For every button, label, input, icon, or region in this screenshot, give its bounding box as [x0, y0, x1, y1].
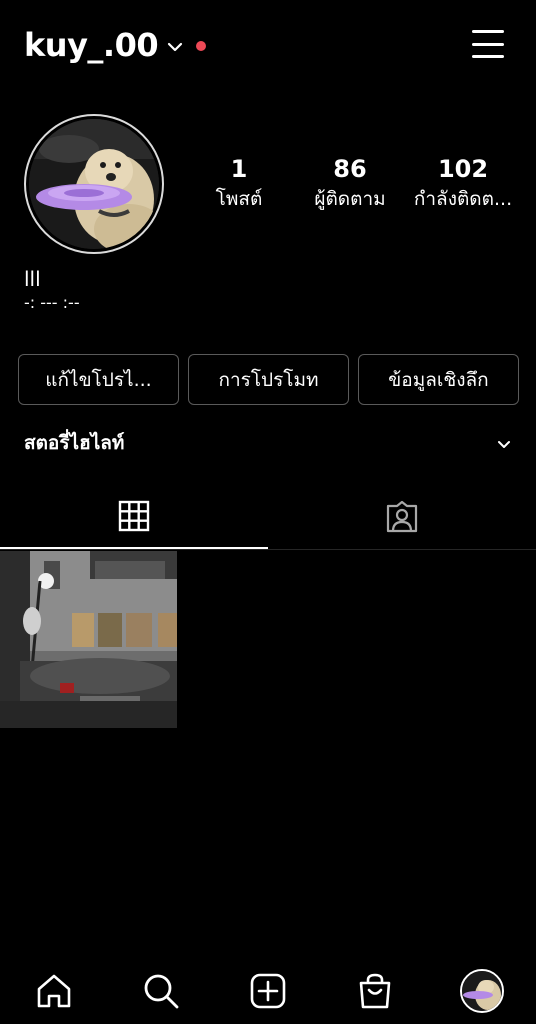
avatar-image	[29, 119, 159, 249]
followers-count: 86	[333, 155, 367, 183]
profile-actions: แก้ไขโปรไ... การโปรโมท ข้อมูลเชิงลึก	[18, 354, 519, 406]
chevron-down-icon	[168, 42, 183, 52]
posts-label: โพสต์	[215, 188, 263, 210]
tab-tagged[interactable]	[268, 484, 536, 549]
dog-frisbee-photo	[29, 119, 159, 249]
search-icon	[144, 974, 179, 1009]
profile-tabs	[0, 484, 536, 550]
promotions-button[interactable]: การโปรโมท	[188, 354, 349, 405]
hamburger-icon-bar	[472, 42, 504, 46]
followers-stat[interactable]: 86 ผู้ติดตาม	[306, 154, 394, 214]
plus-square-icon	[250, 973, 286, 1009]
menu-button[interactable]	[472, 30, 504, 58]
tagged-person-icon	[386, 500, 418, 532]
bio-text: -: --- :--	[24, 296, 80, 308]
profile-avatar-small	[460, 969, 505, 1013]
following-label: กำลังติดต...	[413, 188, 513, 210]
nav-shop[interactable]	[351, 967, 399, 1015]
nav-home[interactable]	[30, 967, 78, 1015]
post-thumbnail[interactable]	[0, 551, 177, 728]
insights-button[interactable]: ข้อมูลเชิงลึก	[358, 354, 519, 405]
nav-create[interactable]	[244, 967, 292, 1015]
profile-screen: kuy_.00 1 โพสต์ 86 ผู้ติดตาม 102 กำลังติ…	[0, 0, 536, 1024]
account-switcher[interactable]: kuy_.00	[24, 26, 207, 64]
bottom-navigation	[0, 958, 536, 1024]
hamburger-icon	[472, 30, 504, 33]
home-icon	[37, 974, 70, 1008]
story-highlights-header[interactable]: สตอรี่ไฮไลท์	[24, 428, 514, 460]
following-count: 102	[437, 155, 489, 183]
chevron-down-icon	[498, 441, 510, 448]
profile-avatar[interactable]	[24, 114, 164, 254]
posts-stat[interactable]: 1 โพสต์	[212, 154, 266, 214]
nav-profile[interactable]	[458, 967, 506, 1015]
bio-name: lll	[24, 267, 41, 291]
shopping-bag-icon	[359, 973, 391, 1009]
profile-stats: 1 โพสต์ 86 ผู้ติดตาม 102 กำลังติดต...	[182, 154, 536, 224]
hamburger-icon-bar	[472, 55, 504, 58]
notification-dot	[196, 41, 207, 51]
top-bar: kuy_.00	[0, 0, 536, 90]
grid-icon	[118, 500, 150, 531]
dog-frisbee-thumb	[462, 971, 503, 1011]
username-title: kuy_.00	[24, 26, 159, 64]
posts-count: 1	[230, 155, 248, 183]
room-photo	[0, 551, 177, 728]
following-stat[interactable]: 102 กำลังติดต...	[408, 154, 518, 214]
highlights-title: สตอรี่ไฮไลท์	[24, 432, 125, 454]
followers-label: ผู้ติดตาม	[314, 188, 386, 210]
nav-search[interactable]	[137, 967, 185, 1015]
tab-posts-grid[interactable]	[0, 484, 268, 549]
edit-profile-button[interactable]: แก้ไขโปรไ...	[18, 354, 179, 405]
